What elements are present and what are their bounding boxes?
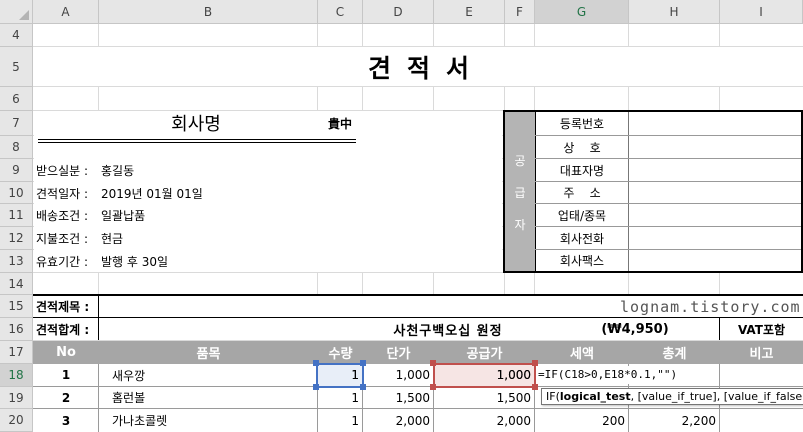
quote-date-label[interactable]: 견적일자 :: [34, 182, 100, 204]
column-header-g[interactable]: G: [535, 0, 629, 24]
column-header-d[interactable]: D: [363, 0, 434, 24]
table-row-1-no[interactable]: 1: [33, 364, 99, 386]
column-header-e[interactable]: E: [434, 0, 505, 24]
column-header-b[interactable]: B: [99, 0, 318, 24]
table-row-2-no[interactable]: 2: [33, 387, 99, 408]
quote-total-words[interactable]: 사천구백오십 원정: [363, 318, 533, 340]
quote-total-label[interactable]: 견적합계 :: [34, 318, 100, 340]
row-header-5[interactable]: 5: [0, 47, 33, 87]
row-header-7[interactable]: 7: [0, 111, 33, 136]
table-row-3-price[interactable]: 2,000: [363, 409, 434, 432]
row-header-9[interactable]: 9: [0, 159, 33, 182]
column-header-a[interactable]: A: [33, 0, 99, 24]
column-header-f[interactable]: F: [505, 0, 535, 24]
row-header-17[interactable]: 17: [0, 341, 33, 364]
tooltip-rest[interactable]: , [value_if_true], [value_if_false]): [631, 390, 803, 403]
table-row-3-total[interactable]: 2,200: [629, 409, 720, 432]
recipient-value[interactable]: 홍길동: [99, 159, 317, 182]
row-header-16[interactable]: 16: [0, 318, 33, 341]
quote-total-amount[interactable]: (₩4,950): [560, 318, 710, 340]
tooltip-func[interactable]: IF(: [546, 390, 560, 403]
delivery-label[interactable]: 배송조건 :: [34, 204, 100, 227]
th-no[interactable]: No: [33, 341, 99, 364]
table-row-2-item[interactable]: 홈런볼: [110, 387, 310, 408]
row-header-6[interactable]: 6: [0, 87, 33, 111]
table-row-2-price[interactable]: 1,500: [363, 387, 434, 408]
gridline: [33, 86, 803, 87]
th-supply[interactable]: 공급가: [434, 341, 535, 364]
row-header-8[interactable]: 8: [0, 136, 33, 159]
company-label[interactable]: 회사명: [34, 111, 358, 135]
column-header-i[interactable]: I: [720, 0, 803, 24]
underline-bottom: [38, 142, 356, 143]
th-tax[interactable]: 세액: [535, 341, 629, 364]
active-cell-formula[interactable]: =IF(C18>0,E18*0.1,""): [537, 366, 678, 384]
select-all-corner[interactable]: [0, 0, 33, 24]
validity-label[interactable]: 유효기간 :: [34, 250, 100, 273]
recipient-label[interactable]: 받으실분 :: [34, 159, 100, 182]
table-row-3-qty[interactable]: 1: [318, 409, 363, 432]
row-header-19[interactable]: 19: [0, 387, 33, 409]
vat-note[interactable]: VAT포함: [720, 318, 803, 340]
table-row-3-supply[interactable]: 2,000: [434, 409, 535, 432]
quote-date-value[interactable]: 2019년 01월 01일: [99, 182, 317, 204]
table-row-2-supply[interactable]: 1,500: [434, 387, 535, 408]
column-header-c[interactable]: C: [318, 0, 363, 24]
row-header-15[interactable]: 15: [0, 295, 33, 318]
table-row-1-qty-overlay: 1: [351, 368, 359, 382]
quote-subject-label[interactable]: 견적제목 :: [34, 296, 100, 317]
document-title[interactable]: 견적서: [34, 47, 803, 86]
column-header-h[interactable]: H: [629, 0, 720, 24]
table-row-1-price[interactable]: 1,000: [363, 364, 434, 386]
watermark-text: lognam.tistory.com: [620, 297, 801, 316]
delivery-value[interactable]: 일괄납품: [99, 204, 317, 227]
th-note[interactable]: 비고: [720, 341, 803, 364]
vat-divider: [719, 318, 720, 340]
row-header-4[interactable]: 4: [0, 24, 33, 47]
th-price[interactable]: 단가: [363, 341, 434, 364]
table-row-3-tax[interactable]: 200: [535, 409, 629, 432]
row-header-13[interactable]: 13: [0, 250, 33, 273]
th-item[interactable]: 품목: [99, 341, 318, 364]
table-row-1-item[interactable]: 새우깡: [110, 364, 310, 386]
function-tooltip: IF(logical_test, [value_if_true], [value…: [541, 388, 803, 405]
row-header-11[interactable]: 11: [0, 204, 33, 227]
table-row-3-no[interactable]: 3: [33, 409, 99, 432]
row-header-18[interactable]: 18: [0, 364, 33, 387]
row-header-12[interactable]: 12: [0, 227, 33, 250]
row-header-10[interactable]: 10: [0, 182, 33, 204]
table-row-3-item[interactable]: 가나초콜렛: [110, 409, 310, 432]
table-row-1-supply-overlay: 1,000: [496, 368, 531, 382]
payment-label[interactable]: 지불조건 :: [34, 227, 100, 250]
supplier-box: [503, 110, 803, 273]
row-header-20[interactable]: 20: [0, 409, 33, 432]
underline-top: [38, 139, 356, 140]
payment-value[interactable]: 현금: [99, 227, 317, 250]
honorific-label[interactable]: 貴中: [318, 111, 362, 135]
th-qty[interactable]: 수량: [318, 341, 363, 364]
th-total[interactable]: 총계: [629, 341, 720, 364]
table-row-2-qty[interactable]: 1: [318, 387, 363, 408]
tooltip-arg1[interactable]: logical_test: [560, 390, 631, 403]
row-header-14[interactable]: 14: [0, 273, 33, 295]
validity-value[interactable]: 발행 후 30일: [99, 250, 317, 273]
